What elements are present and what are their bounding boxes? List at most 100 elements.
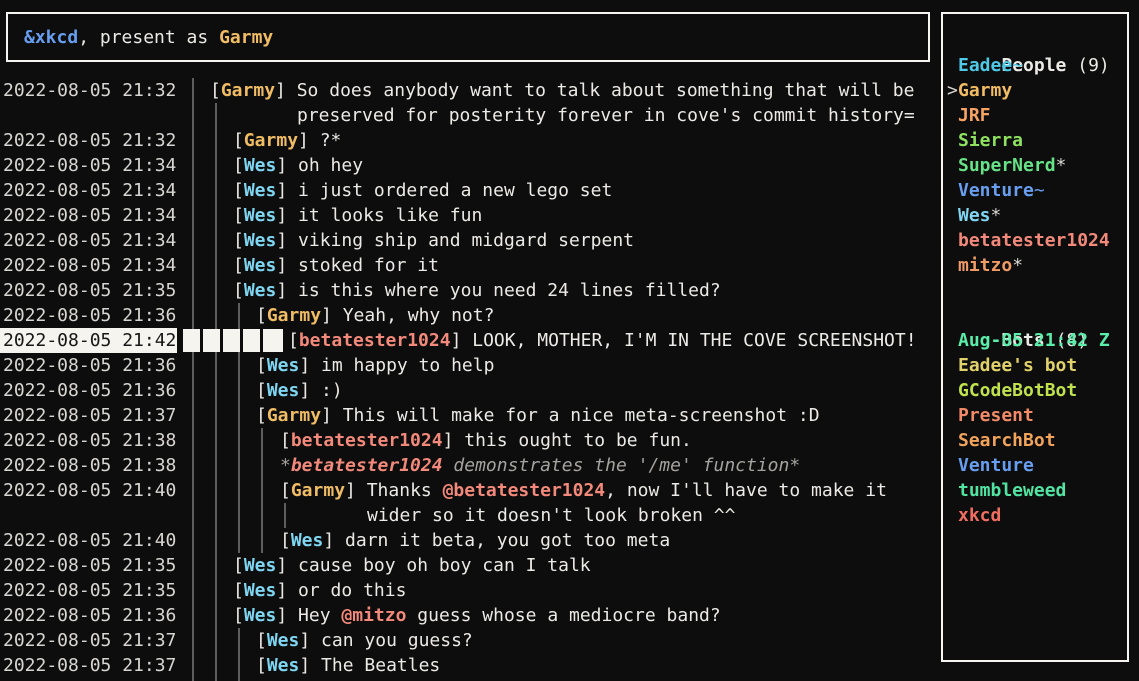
people-list-item[interactable]: >Garmy (958, 78, 1127, 103)
message-text: [Wes] Hey @mitzo guess whose a mediocre … (233, 603, 721, 628)
username: @betatester1024 (443, 480, 606, 501)
chat-row[interactable]: 2022-08-05 21:36 [Garmy] Yeah, why not? (0, 303, 939, 328)
message-segment: darn it beta, you got too meta (345, 530, 670, 551)
user-name: Venture (958, 455, 1034, 476)
chat-row[interactable]: 2022-08-05 21:34[Wes] it looks like fun (0, 203, 939, 228)
people-list-item[interactable]: Wes* (958, 203, 1127, 228)
user-name: Wes (958, 205, 991, 226)
bot-list-item[interactable]: Present (958, 403, 1127, 428)
message-segment: ] (321, 305, 343, 326)
message-segment: [ (256, 355, 267, 376)
message-segment: ] (299, 355, 321, 376)
user-status-suffix: * (991, 205, 1002, 226)
chat-row[interactable]: 2022-08-05 21:32[Garmy] ?* (0, 128, 939, 153)
timestamp: 2022-08-05 21:34 (0, 228, 177, 253)
chat-row[interactable]: 2022-08-05 21:35[Wes] or do this (0, 578, 939, 603)
chat-row[interactable]: 2022-08-05 21:35[Wes] is this where you … (0, 278, 939, 303)
message-segment: it looks like fun (298, 205, 482, 226)
message-segment: [ (256, 305, 267, 326)
user-name: xkcd (958, 505, 1001, 526)
chat-row[interactable]: wider so it doesn't look broken ^^ (0, 503, 939, 528)
timestamp: 2022-08-05 21:37 (0, 628, 177, 653)
people-list-item[interactable]: Eadee~ (958, 53, 1127, 78)
chat-row[interactable]: 2022-08-05 21:34 [Wes] viking ship and mi… (0, 228, 939, 253)
message-text: *betatester1024 demonstrates the '/me' f… (280, 453, 800, 478)
chat-row[interactable]: 2022-08-05 21:36 [Wes] Hey @mitzo guess w… (0, 603, 939, 628)
chat-row[interactable]: 2022-08-05 21:35[Wes] cause boy oh boy c… (0, 553, 939, 578)
chat-row[interactable]: 2022-08-05 21:34[Wes] oh hey (0, 153, 939, 178)
timestamp: 2022-08-05 21:36 (0, 603, 177, 628)
people-list-item[interactable]: Venture~ (958, 178, 1127, 203)
user-name: Present (958, 405, 1034, 426)
message-segment: * (280, 455, 291, 476)
message-segment: [ (233, 255, 244, 276)
chat-row[interactable]: 2022-08-05 21:36[Wes] im happy to help (0, 353, 939, 378)
message-segment: i just ordered a new lego set (298, 180, 612, 201)
timestamp: 2022-08-05 21:38 (0, 428, 177, 453)
chat-row[interactable]: 2022-08-05 21:37[Wes] can you guess? (0, 628, 939, 653)
user-name: mitzo (958, 255, 1012, 276)
chat-row[interactable]: 2022-08-05 21:34[Wes] stoked for it (0, 253, 939, 278)
chat-row[interactable]: 2022-08-05 21:38 *betatester1024 demonstr… (0, 453, 939, 478)
message-text: [Wes] is this where you need 24 lines fi… (233, 278, 721, 303)
status-bar-text: , present as (78, 27, 219, 48)
username: Wes (291, 530, 324, 551)
chat-row[interactable]: 2022-08-05 21:32[Garmy] So does anybody … (0, 78, 939, 103)
chat-row[interactable]: 2022-08-05 21:38[betatester1024] this ou… (0, 428, 939, 453)
message-segment: or do this (298, 580, 406, 601)
user-list-panel: People (9) Eadee~>GarmyJRFSierraSuperNer… (941, 12, 1129, 662)
people-list-item[interactable]: mitzo* (958, 253, 1127, 278)
chat-row[interactable]: 2022-08-05 21:40[Wes] darn it beta, you … (0, 528, 939, 553)
people-list-item[interactable]: SuperNerd* (958, 153, 1127, 178)
username: Garmy (221, 80, 275, 101)
bot-list-item[interactable]: SearchBot (958, 428, 1127, 453)
chat-row[interactable]: 2022-08-05 21:34[Wes] i just ordered a n… (0, 178, 939, 203)
chat-area: 2022-08-05 21:32[Garmy] So does anybody … (0, 78, 939, 681)
message-segment: demonstrates the '/me' function* (443, 455, 801, 476)
chat-row[interactable]: 2022-08-05 21:37[Wes] The Beatles (0, 653, 939, 678)
chat-row[interactable]: preserved for posterity forever in cove'… (0, 103, 939, 128)
message-text: [Wes] viking ship and midgard serpent (233, 228, 634, 253)
username: Wes (267, 380, 300, 401)
bot-list-item[interactable]: Aug-05 21:42 Z (958, 328, 1127, 353)
chat-row[interactable]: 2022-08-05 21:40[Garmy] Thanks @betatest… (0, 478, 939, 503)
chat-row-selected[interactable]: 2022-08-05 21:42[betatester1024] LOOK, M… (0, 328, 939, 353)
selection-gutter-block (223, 329, 240, 352)
timestamp: 2022-08-05 21:38 (0, 453, 177, 478)
message-segment: Yeah, why not? (343, 305, 495, 326)
bot-list-item[interactable]: Eadee's bot (958, 353, 1127, 378)
username: betatester1024 (291, 455, 443, 476)
message-segment: , now I'll have to make it (605, 480, 887, 501)
message-segment: This will make for a nice meta-screensho… (343, 405, 820, 426)
message-segment: ] (276, 555, 298, 576)
message-segment: is this where you need 24 lines filled? (298, 280, 721, 301)
bot-list-item[interactable]: xkcd (958, 503, 1127, 528)
selection-gutter-block (263, 329, 283, 352)
chat-row[interactable]: 2022-08-05 21:36[Wes] :) (0, 378, 939, 403)
bot-list-item[interactable]: tumbleweed (958, 478, 1127, 503)
message-segment: ] (345, 480, 367, 501)
message-segment: [ (210, 80, 221, 101)
channel-name: &xkcd (24, 27, 78, 48)
timestamp: 2022-08-05 21:35 (0, 578, 177, 603)
bot-list-item[interactable]: GCodeBotBot (958, 378, 1127, 403)
user-name: tumbleweed (958, 480, 1066, 501)
username: Garmy (291, 480, 345, 501)
message-segment: [ (233, 280, 244, 301)
message-segment: ] (276, 580, 298, 601)
timestamp: 2022-08-05 21:37 (0, 403, 177, 428)
people-list-item[interactable]: JRF (958, 103, 1127, 128)
message-text: [Garmy] Yeah, why not? (256, 303, 494, 328)
timestamp: 2022-08-05 21:35 (0, 553, 177, 578)
message-segment: :) (321, 380, 343, 401)
people-list-item[interactable]: Sierra (958, 128, 1127, 153)
message-segment: ] (276, 255, 298, 276)
people-list-item[interactable]: betatester1024 (958, 228, 1127, 253)
message-segment: ] (443, 430, 465, 451)
chat-row[interactable]: 2022-08-05 21:37[Garmy] This will make f… (0, 403, 939, 428)
bot-list-item[interactable]: Venture (958, 453, 1127, 478)
timestamp: 2022-08-05 21:36 (0, 303, 177, 328)
message-segment: guess whose a mediocre band? (406, 605, 720, 626)
terminal-chat-app: { "palette": { "bg": "#0d0d0d", "border"… (0, 0, 1139, 681)
message-segment: ] (276, 230, 298, 251)
